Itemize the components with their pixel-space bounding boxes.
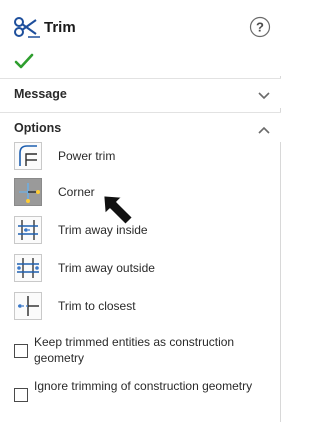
trim-to-closest-icon: [14, 292, 42, 320]
ignore-trimming-construction-checkbox[interactable]: [14, 388, 28, 402]
message-section-header[interactable]: Message: [0, 78, 281, 108]
corner-icon: [14, 178, 42, 206]
panel-header: Trim ?: [0, 0, 281, 76]
message-section-title: Message: [14, 87, 67, 101]
power-trim-icon: [14, 142, 42, 170]
chevron-down-icon[interactable]: [257, 88, 271, 100]
ignore-trimming-construction-checkbox-row[interactable]: Ignore trimming of construction geometry: [14, 378, 269, 414]
options-section-header[interactable]: Options: [0, 112, 281, 142]
checkbox-label: Keep trimmed entities as construction ge…: [34, 335, 235, 365]
checkbox-label: Ignore trimming of construction geometry: [34, 379, 253, 393]
svg-text:?: ?: [256, 20, 264, 35]
keep-trimmed-construction-checkbox[interactable]: [14, 344, 28, 358]
option-trim-away-inside[interactable]: Trim away inside: [14, 216, 264, 249]
option-trim-to-closest[interactable]: Trim to closest: [14, 292, 264, 325]
option-label: Trim to closest: [58, 299, 136, 313]
trim-icon: [14, 17, 40, 39]
keep-trimmed-construction-checkbox-row[interactable]: Keep trimmed entities as construction ge…: [14, 334, 269, 370]
option-label: Trim away outside: [58, 261, 155, 275]
trim-away-outside-icon: [14, 254, 42, 282]
chevron-up-icon[interactable]: [257, 122, 271, 134]
checkmark-icon[interactable]: [14, 52, 34, 70]
option-label: Trim away inside: [58, 223, 148, 237]
options-section-title: Options: [14, 121, 62, 135]
trim-property-manager: Trim ? Message Options Power trim Corner…: [0, 0, 281, 422]
option-corner[interactable]: Corner: [14, 178, 264, 211]
option-label: Corner: [58, 185, 95, 199]
option-label: Power trim: [58, 149, 116, 163]
option-trim-away-outside[interactable]: Trim away outside: [14, 254, 264, 287]
trim-away-inside-icon: [14, 216, 42, 244]
option-power-trim[interactable]: Power trim: [14, 142, 264, 175]
panel-title: Trim: [44, 19, 76, 36]
help-icon[interactable]: ?: [249, 16, 271, 38]
